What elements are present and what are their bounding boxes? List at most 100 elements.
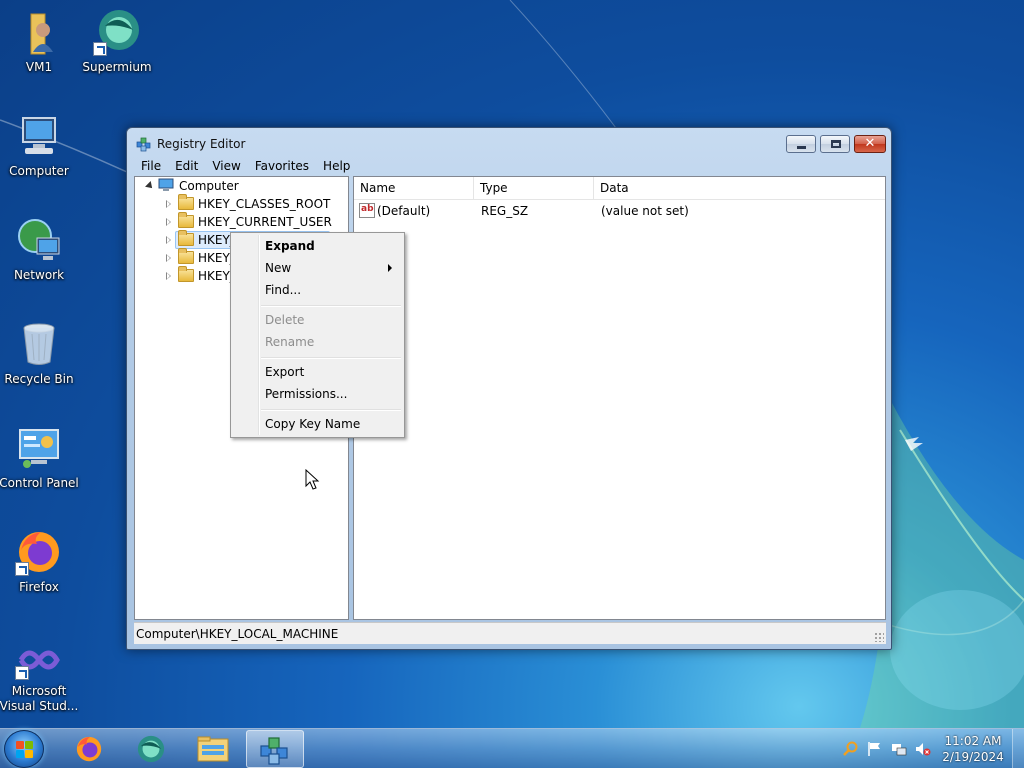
clock-time: 11:02 AM [944, 734, 1002, 748]
folder-icon [178, 230, 194, 246]
collapsed-arrow-icon[interactable] [166, 236, 171, 244]
tree-item-hkey-classes-root[interactable]: HKEY_CLASSES_ROOT [135, 194, 345, 213]
desktop-icon-firefox[interactable]: Firefox [0, 528, 79, 595]
tree-item-label: HKEY_CLASSES_ROOT [198, 197, 331, 211]
minimize-icon [797, 146, 806, 149]
volume-muted-icon[interactable] [915, 741, 931, 757]
network-icon[interactable] [891, 741, 907, 757]
computer-icon [15, 112, 63, 160]
desktop-icon-supermium[interactable]: Supermium [77, 8, 157, 75]
supermium-icon [93, 8, 141, 56]
desktop-icon-label: Computer [9, 164, 69, 178]
firefox-icon [76, 736, 102, 762]
status-bar: Computer\HKEY_LOCAL_MACHINE [134, 622, 886, 644]
windows-logo-icon [25, 741, 33, 749]
menu-favorites[interactable]: Favorites [248, 156, 316, 176]
desktop-icon-label: VM1 [25, 60, 53, 74]
close-icon: ✕ [864, 136, 876, 151]
value-name: (Default) [377, 204, 431, 218]
system-clock[interactable]: 11:02 AM 2/19/2024 [940, 733, 1006, 765]
collapsed-arrow-icon[interactable] [166, 218, 171, 226]
shortcut-overlay-icon [93, 42, 107, 56]
context-menu-rename: Rename [265, 335, 315, 349]
title-bar[interactable]: Registry Editor ✕ [127, 128, 891, 158]
tree-item-label: Computer [179, 179, 239, 193]
context-menu-export[interactable]: Export [233, 361, 402, 383]
minimize-button[interactable] [786, 135, 816, 153]
window-title: Registry Editor [157, 137, 246, 151]
resize-grip-icon[interactable] [874, 632, 884, 642]
column-header-name[interactable]: Name [354, 177, 474, 200]
desktop-icon-control-panel[interactable]: Control Panel [0, 424, 79, 491]
column-header-type[interactable]: Type [474, 177, 594, 200]
collapsed-arrow-icon[interactable] [166, 254, 171, 262]
context-menu-copy-key-name[interactable]: Copy Key Name [233, 413, 402, 435]
control-panel-icon [15, 424, 63, 472]
taskbar-registry-editor[interactable] [246, 730, 304, 768]
taskbar: 11:02 AM 2/19/2024 [0, 728, 1024, 768]
context-menu-permissions[interactable]: Permissions... [233, 383, 402, 405]
submenu-arrow-icon [388, 264, 392, 272]
action-center-flag-icon[interactable] [867, 741, 883, 757]
recycle-bin-icon [15, 320, 63, 368]
context-menu: Expand New Find... Delete Rename Export … [230, 232, 405, 438]
desktop-icon-vm1[interactable]: VM1 [0, 8, 79, 75]
maximize-icon [831, 140, 841, 148]
firefox-icon [15, 528, 63, 576]
collapsed-arrow-icon[interactable] [166, 200, 171, 208]
network-icon [15, 216, 63, 264]
registry-editor-icon [136, 137, 151, 152]
folder-icon [178, 212, 194, 228]
menu-separator [261, 357, 401, 359]
desktop-icon-label: Firefox [19, 580, 59, 594]
user-folder-icon [15, 8, 63, 56]
computer-icon [158, 178, 174, 191]
context-menu-new[interactable]: New [233, 257, 402, 279]
menu-bar: File Edit View Favorites Help [134, 156, 884, 176]
taskbar-file-explorer[interactable] [184, 730, 242, 768]
file-explorer-icon [197, 736, 229, 762]
maximize-button[interactable] [820, 135, 850, 153]
desktop-icon-recycle-bin[interactable]: Recycle Bin [0, 320, 79, 387]
value-type: REG_SZ [481, 204, 529, 218]
desktop-icon-label: Recycle Bin [4, 372, 74, 386]
desktop-icon-label: Network [13, 268, 65, 282]
taskbar-firefox[interactable] [60, 730, 118, 768]
windows-logo-icon [25, 750, 33, 758]
desktop-icon-label: Visual Stud... [0, 699, 79, 713]
shortcut-overlay-icon [15, 562, 29, 576]
desktop-icon-computer[interactable]: Computer [0, 112, 79, 179]
windows-logo-icon [16, 750, 24, 758]
taskbar-supermium[interactable] [122, 730, 180, 768]
menu-edit[interactable]: Edit [168, 156, 205, 176]
menu-separator [261, 409, 401, 411]
values-list[interactable]: Name Type Data ab (Default) REG_SZ (valu… [353, 176, 886, 620]
windows-logo-icon [16, 741, 24, 749]
tree-item-hkey-current-user[interactable]: HKEY_CURRENT_USER [135, 212, 345, 231]
menu-help[interactable]: Help [316, 156, 357, 176]
show-desktop-button[interactable] [1012, 729, 1024, 768]
status-path: Computer\HKEY_LOCAL_MACHINE [136, 627, 339, 641]
menu-view[interactable]: View [205, 156, 247, 176]
desktop-icon-network[interactable]: Network [0, 216, 79, 283]
close-button[interactable]: ✕ [854, 135, 886, 153]
context-menu-label: New [265, 261, 292, 275]
menu-separator [261, 305, 401, 307]
clock-date: 2/19/2024 [942, 750, 1004, 764]
visual-studio-icon [15, 640, 63, 680]
context-menu-delete: Delete [265, 313, 305, 327]
expanded-arrow-icon[interactable] [145, 181, 155, 191]
column-header-data[interactable]: Data [594, 177, 885, 200]
folder-icon [178, 248, 194, 264]
search-icon[interactable] [843, 741, 859, 757]
collapsed-arrow-icon[interactable] [166, 272, 171, 280]
menu-file[interactable]: File [134, 156, 168, 176]
tree-item-computer[interactable]: Computer [135, 177, 345, 195]
folder-icon [178, 266, 194, 282]
start-button[interactable] [4, 730, 44, 768]
context-menu-find[interactable]: Find... [233, 279, 402, 301]
registry-editor-icon [260, 737, 288, 765]
value-data: (value not set) [601, 204, 689, 218]
desktop-icon-visual-studio[interactable]: Microsoft Visual Stud... [0, 640, 79, 714]
context-menu-expand[interactable]: Expand [233, 235, 402, 257]
